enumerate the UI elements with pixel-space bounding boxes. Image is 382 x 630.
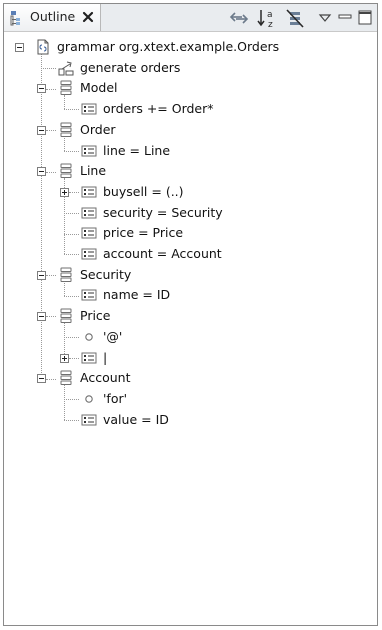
assignment-icon xyxy=(81,227,97,239)
rule-icon xyxy=(60,308,72,324)
tree-item[interactable]: Model xyxy=(4,78,377,98)
maximize-icon[interactable] xyxy=(354,7,376,29)
filter-icon[interactable] xyxy=(284,7,306,29)
tree-item[interactable]: security = Security xyxy=(4,203,377,223)
tree-item-label: Security xyxy=(80,266,132,282)
grammar-file-icon xyxy=(37,39,49,55)
tree-item-label: value = ID xyxy=(103,411,169,427)
tree-item-label: Order xyxy=(80,121,116,137)
outline-view-icon xyxy=(10,11,20,26)
tree-item[interactable]: value = ID xyxy=(4,410,377,430)
collapse-icon[interactable] xyxy=(37,84,46,94)
sort-alphabetically-icon[interactable]: a z xyxy=(256,7,278,29)
assignment-icon xyxy=(81,186,97,198)
tree-item[interactable]: name = ID xyxy=(4,285,377,305)
tree-item[interactable]: | xyxy=(4,348,377,368)
outline-view: Outline a z grammar org.xtext.example.Or… xyxy=(3,3,378,626)
tree-item-label: line = Line xyxy=(103,142,171,158)
collapse-icon[interactable] xyxy=(37,312,46,322)
rule-icon xyxy=(60,267,72,282)
tree-item[interactable]: grammar org.xtext.example.Orders xyxy=(4,37,377,57)
outline-tree[interactable]: grammar org.xtext.example.Orders generate… xyxy=(4,32,377,625)
assignment-icon xyxy=(81,352,97,363)
tree-item-label: grammar org.xtext.example.Orders xyxy=(57,39,280,54)
assignment-icon xyxy=(81,145,97,156)
tree-item-label: Account xyxy=(80,370,131,386)
tree-item[interactable]: generate orders xyxy=(4,58,377,78)
svg-text:a: a xyxy=(267,10,273,20)
rule-icon xyxy=(60,163,72,179)
tree-item-label: name = ID xyxy=(103,287,171,303)
tree-item[interactable]: '@' xyxy=(4,327,377,347)
tree-item[interactable]: account = Account xyxy=(4,244,377,264)
view-menu-icon[interactable] xyxy=(314,7,336,29)
tree-item[interactable]: Line xyxy=(4,161,377,181)
tree-item-label: orders += Order* xyxy=(103,101,214,117)
tree-item[interactable]: Security xyxy=(4,265,377,285)
expand-icon[interactable] xyxy=(60,353,69,363)
tree-item-label: Price xyxy=(80,308,111,324)
collapse-icon[interactable] xyxy=(37,270,46,280)
assignment-icon xyxy=(81,207,97,219)
tree-item-label: | xyxy=(103,349,108,365)
tree-item[interactable]: line = Line xyxy=(4,141,377,161)
tree-item-label: price = Price xyxy=(103,225,184,241)
tab-title: Outline xyxy=(30,9,76,24)
tree-item-label: account = Account xyxy=(103,246,222,261)
tree-item-label: Model xyxy=(80,80,118,96)
collapse-icon[interactable] xyxy=(37,125,46,135)
tree-item-label: security = Security xyxy=(103,204,223,220)
minimize-icon[interactable] xyxy=(334,7,356,29)
view-title-bar: Outline a z xyxy=(4,4,377,32)
expand-icon[interactable] xyxy=(60,187,69,197)
assignment-icon xyxy=(81,289,97,301)
svg-text:z: z xyxy=(268,20,273,29)
tree-item-label: Line xyxy=(80,163,107,179)
link-with-editor-icon[interactable] xyxy=(228,7,250,29)
keyword-icon xyxy=(85,395,93,403)
tree-item-label: generate orders xyxy=(80,59,181,75)
rule-icon xyxy=(60,122,72,137)
tree-item[interactable]: price = Price xyxy=(4,223,377,243)
generate-icon xyxy=(58,61,74,76)
tab-outline[interactable]: Outline xyxy=(4,4,101,31)
tree-item-label: 'for' xyxy=(103,390,128,406)
close-icon[interactable] xyxy=(81,10,95,24)
rule-icon xyxy=(60,80,72,96)
tree-item[interactable]: Price xyxy=(4,306,377,326)
collapse-icon[interactable] xyxy=(15,43,24,52)
tree-item[interactable]: 'for' xyxy=(4,389,377,409)
tree-item[interactable]: Account xyxy=(4,368,377,388)
tree-item[interactable]: buysell = (..) xyxy=(4,182,377,202)
rule-icon xyxy=(60,370,72,386)
collapse-icon[interactable] xyxy=(37,167,46,177)
tree-item-label: buysell = (..) xyxy=(103,183,184,199)
tree-item[interactable]: Order xyxy=(4,120,377,140)
keyword-icon xyxy=(85,333,93,341)
assignment-icon xyxy=(81,248,97,260)
tree-item[interactable]: orders += Order* xyxy=(4,99,377,119)
assignment-icon xyxy=(81,414,97,426)
collapse-icon[interactable] xyxy=(37,374,46,384)
assignment-icon xyxy=(81,103,97,115)
tree-item-label: '@' xyxy=(103,328,123,344)
